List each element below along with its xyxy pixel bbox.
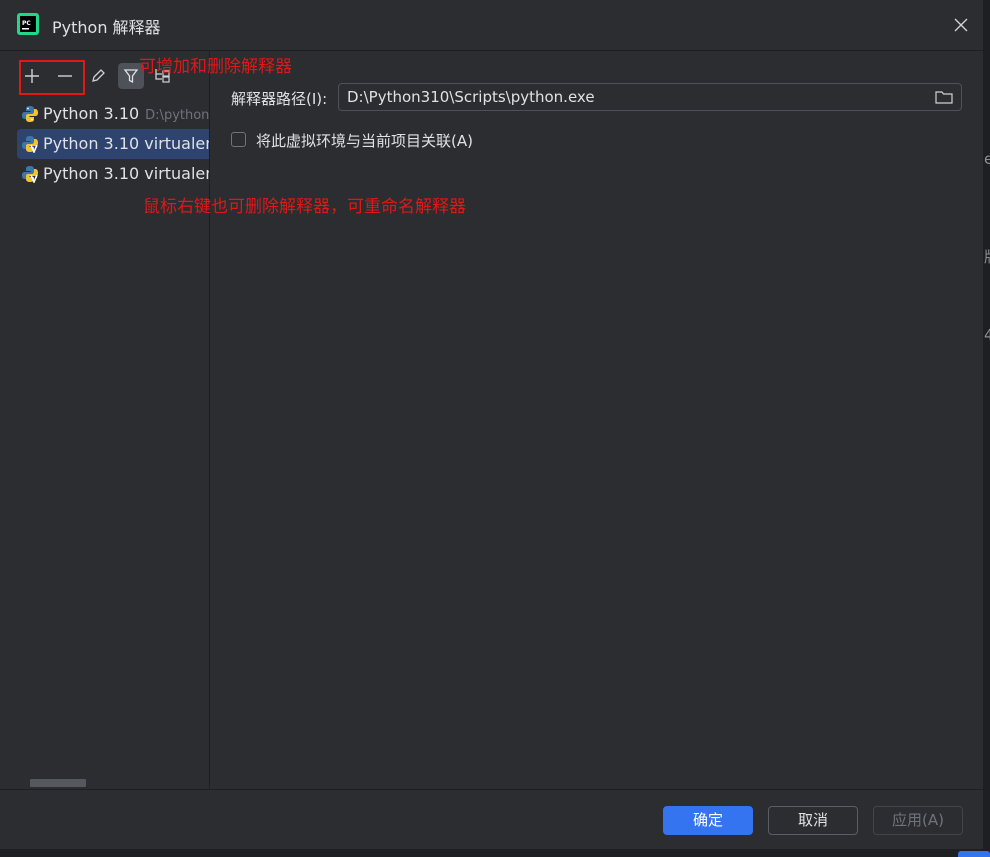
interpreter-name: Python 3.10 D:\python.e [43,104,209,123]
close-icon[interactable] [950,14,972,36]
interpreter-path-field[interactable]: D:\Python310\Scripts\python.exe [338,83,962,111]
background-edge-text: 4 [984,326,990,344]
interpreter-name: Python 3.10 virtualenv [43,164,209,183]
annotation-highlight-box [19,60,85,95]
associate-project-label: 将此虚拟环境与当前项目关联(A) [256,132,473,150]
ok-button[interactable]: 确定 [663,806,753,835]
pycharm-logo-icon: PC [17,13,39,35]
interpreter-name-text: Python 3.10 [43,104,140,123]
interpreter-path-label: 解释器路径(I): [231,90,328,108]
apply-button[interactable]: 应用(A) [873,806,963,835]
dialog-footer: 确定 取消 应用(A) [0,789,983,850]
annotation-context-menu: 鼠标右键也可删除解释器，可重命名解释器 [143,197,466,217]
title-bar: PC Python 解释器 [0,0,983,51]
python-venv-icon [22,166,38,183]
list-item[interactable]: Python 3.10 D:\python.e [17,99,209,129]
svg-text:PC: PC [22,20,31,27]
list-item[interactable]: Python 3.10 virtualenv [17,159,209,189]
python-icon [22,106,38,122]
annotation-add-remove: 可增加和删除解释器 [139,57,292,77]
background-edge-text: e [984,150,990,168]
python-venv-icon [22,136,38,153]
background-accent-tab [958,851,990,857]
list-item-selected[interactable]: Python 3.10 virtualenv [17,129,209,159]
background-edge-text: 版 [984,246,990,267]
interpreter-path-value: D:\Python310\Scripts\python.exe [347,88,595,106]
folder-icon[interactable] [935,89,953,105]
associate-project-checkbox[interactable] [231,132,246,147]
interpreter-details-panel: 解释器路径(I): D:\Python310\Scripts\python.ex… [210,51,983,789]
python-interpreter-dialog: PC Python 解释器 Python 3.10 D:\python Pyth… [0,0,984,850]
cancel-button[interactable]: 取消 [768,806,858,835]
filter-icon [123,69,139,84]
interpreter-name: Python 3.10 virtualenv [43,134,209,153]
edit-interpreter-button[interactable] [85,63,111,89]
horizontal-scrollbar-thumb[interactable] [30,779,86,787]
dialog-title: Python 解释器 [52,18,161,37]
interpreter-list-panel: Python 3.10 D:\python.e Python 3.10 virtu… [0,51,210,789]
interpreter-path: D:\python.e [145,108,209,123]
background-window-strip [0,849,990,857]
pencil-icon [92,69,105,82]
